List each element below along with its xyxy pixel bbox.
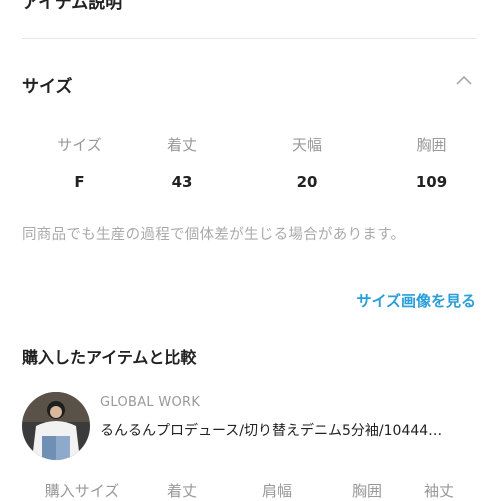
item-description-heading: アイテム説明 xyxy=(22,0,123,13)
top-width-col-header: 天幅 xyxy=(291,136,322,154)
item-name-link[interactable]: るんるんプロデュース/切り替えデニム5分袖/10444… xyxy=(100,420,476,440)
section-divider xyxy=(22,38,476,39)
length-value: 43 xyxy=(171,173,193,191)
chest-col-header: 胸囲 xyxy=(416,136,447,154)
size-image-link[interactable]: サイズ画像を見る xyxy=(356,290,476,311)
size-section-title: サイズ xyxy=(22,77,73,97)
length-col-header: 着丈 xyxy=(166,136,197,154)
size-table-row: F 43 20 109 xyxy=(22,162,476,202)
top-width-value: 20 xyxy=(296,173,318,191)
chest-value: 109 xyxy=(415,173,448,191)
size-table: サイズ 着丈 天幅 胸囲 F 43 20 109 xyxy=(22,128,476,202)
size-variation-note: 同商品でも生産の過程で個体差が生じる場合があります。 xyxy=(22,227,406,243)
size-col-header: サイズ xyxy=(57,136,102,154)
item-brand: GLOBAL WORK xyxy=(100,395,201,410)
size-table-header: サイズ 着丈 天幅 胸囲 xyxy=(22,128,476,162)
chevron-up-icon[interactable] xyxy=(452,70,476,90)
purchased-item-photo[interactable] xyxy=(22,392,90,460)
size-value: F xyxy=(74,173,85,191)
compare-section-title: 購入したアイテムと比較 xyxy=(22,348,197,367)
